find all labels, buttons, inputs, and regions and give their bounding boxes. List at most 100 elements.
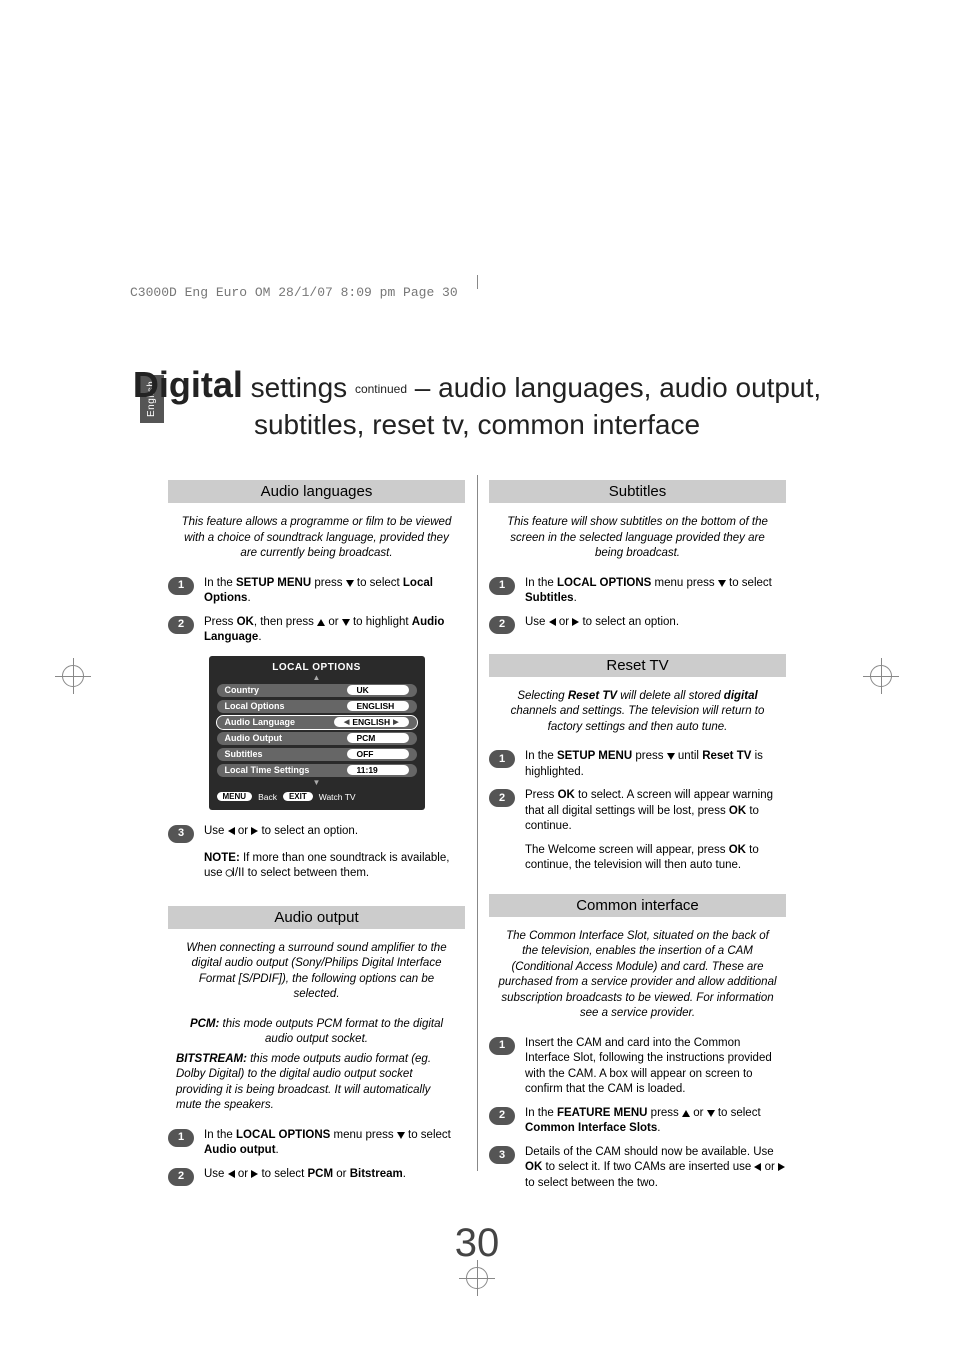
menu-label: Subtitles — [225, 749, 263, 759]
up-arrow-icon — [317, 619, 325, 626]
step-badge-1: 1 — [168, 577, 194, 595]
step-badge-3: 3 — [489, 1146, 515, 1164]
audio-lang-note: NOTE: If more than one soundtrack is ava… — [204, 851, 465, 882]
pcm-desc: PCM: this mode outputs PCM format to the… — [176, 1017, 457, 1048]
bitstream-desc: BITSTREAM: this mode outputs audio forma… — [176, 1052, 457, 1114]
menu-row-country: Country UK — [217, 684, 417, 697]
left-arrow-icon — [549, 618, 556, 626]
menu-row-local-options: Local Options ENGLISH — [217, 700, 417, 713]
page-number: 30 — [0, 1221, 954, 1266]
audio-languages-heading: Audio languages — [168, 480, 465, 503]
subtitles-step-2: 2 Use or to select an option. — [489, 615, 786, 634]
menu-row-audio-output: Audio Output PCM — [217, 732, 417, 745]
reset-tv-intro: Selecting Reset TV will delete all store… — [497, 689, 778, 736]
menu-value: UK — [347, 685, 409, 695]
exit-pill: EXIT — [283, 792, 313, 801]
chevron-right-icon: ▶ — [393, 718, 398, 726]
audio-output-step-1: 1 In the LOCAL OPTIONS menu press to sel… — [168, 1128, 465, 1159]
step-badge-2: 2 — [489, 789, 515, 807]
menu-label: Audio Output — [225, 733, 282, 743]
ci-step-2: 2 In the FEATURE MENU press or to select… — [489, 1106, 786, 1137]
menu-label: Audio Language — [225, 717, 296, 727]
menu-scroll-down-icon: ▼ — [217, 780, 417, 786]
menu-footer-label: Watch TV — [319, 792, 356, 802]
step-badge-2: 2 — [489, 616, 515, 634]
step-text: Press OK to select. A screen will appear… — [525, 788, 786, 835]
left-column: Audio languages This feature allows a pr… — [168, 470, 465, 1199]
step-badge-1: 1 — [489, 577, 515, 595]
menu-label: Local Options — [225, 701, 285, 711]
reset-step-1: 1 In the SETUP MENU press until Reset TV… — [489, 749, 786, 780]
step-badge-1: 1 — [489, 1037, 515, 1055]
ci-step-3: 3 Details of the CAM should now be avail… — [489, 1145, 786, 1192]
down-arrow-icon — [667, 753, 675, 760]
manual-page: C3000D Eng Euro OM 28/1/07 8:09 pm Page … — [0, 0, 954, 1351]
step-text: Press OK, then press or to highlight Aud… — [204, 615, 465, 646]
right-column: Subtitles This feature will show subtitl… — [489, 470, 786, 1199]
audio-output-step-2: 2 Use or to select PCM or Bitstream. — [168, 1167, 465, 1186]
subtitles-heading: Subtitles — [489, 480, 786, 503]
step-text: Details of the CAM should now be availab… — [525, 1145, 786, 1192]
left-arrow-icon — [228, 1170, 235, 1178]
menu-value: OFF — [347, 749, 409, 759]
menu-row-subtitles: Subtitles OFF — [217, 748, 417, 761]
step-text: In the LOCAL OPTIONS menu press to selec… — [525, 576, 786, 607]
menu-row-audio-language: Audio Language ◀ENGLISH▶ — [217, 716, 417, 729]
step-badge-1: 1 — [168, 1129, 194, 1147]
chevron-left-icon: ◀ — [344, 718, 349, 726]
local-options-menu: LOCAL OPTIONS ▲ Country UK Local Options… — [209, 656, 425, 810]
audio-languages-intro: This feature allows a programme or film … — [176, 515, 457, 562]
menu-label: Local Time Settings — [225, 765, 310, 775]
step-badge-3: 3 — [168, 825, 194, 843]
down-arrow-icon — [342, 619, 350, 626]
step-text: Use or to select an option. — [204, 824, 465, 840]
left-arrow-icon — [228, 827, 235, 835]
step-text: Use or to select PCM or Bitstream. — [204, 1167, 465, 1183]
subtitles-intro: This feature will show subtitles on the … — [497, 515, 778, 562]
content-columns: Audio languages This feature allows a pr… — [168, 470, 786, 1199]
menu-footer: MENU Back EXIT Watch TV — [217, 792, 417, 802]
step-text: Use or to select an option. — [525, 615, 786, 631]
step-text: In the FEATURE MENU press or to select C… — [525, 1106, 786, 1137]
menu-scroll-up-icon: ▲ — [217, 675, 417, 681]
crop-mark-top — [470, 275, 484, 289]
audio-lang-step-2: 2 Press OK, then press or to highlight A… — [168, 615, 465, 646]
menu-footer-label: Back — [258, 792, 277, 802]
menu-value: 11:19 — [347, 765, 409, 775]
document-header: C3000D Eng Euro OM 28/1/07 8:09 pm Page … — [130, 285, 458, 300]
title-digital: Digital — [133, 364, 243, 405]
subtitles-step-1: 1 In the LOCAL OPTIONS menu press to sel… — [489, 576, 786, 607]
down-arrow-icon — [397, 1132, 405, 1139]
audio-lang-step-3: 3 Use or to select an option. — [168, 824, 465, 843]
audio-output-heading: Audio output — [168, 906, 465, 929]
audio-lang-step-1: 1 In the SETUP MENU press to select Loca… — [168, 576, 465, 607]
menu-label: Country — [225, 685, 260, 695]
down-arrow-icon — [346, 580, 354, 587]
crop-mark-left — [55, 658, 91, 694]
step-badge-1: 1 — [489, 750, 515, 768]
ci-step-1: 1 Insert the CAM and card into the Commo… — [489, 1036, 786, 1098]
step-badge-2: 2 — [168, 1168, 194, 1186]
title-continued: continued — [355, 382, 407, 396]
step-text: In the LOCAL OPTIONS menu press to selec… — [204, 1128, 465, 1159]
menu-value: PCM — [347, 733, 409, 743]
menu-title: LOCAL OPTIONS — [217, 662, 417, 673]
menu-row-local-time: Local Time Settings 11:19 — [217, 764, 417, 777]
step-text: In the SETUP MENU press to select Local … — [204, 576, 465, 607]
menu-value: ENGLISH — [347, 701, 409, 711]
reset-step-2: 2 Press OK to select. A screen will appe… — [489, 788, 786, 835]
common-interface-heading: Common interface — [489, 894, 786, 917]
title-settings: settings — [243, 372, 355, 403]
reset-step-3: 0 The Welcome screen will appear, press … — [489, 843, 786, 874]
down-arrow-icon — [718, 580, 726, 587]
common-interface-intro: The Common Interface Slot, situated on t… — [497, 929, 778, 1022]
audio-output-intro: When connecting a surround sound amplifi… — [176, 941, 457, 1003]
right-arrow-icon — [778, 1163, 785, 1171]
step-text: Insert the CAM and card into the Common … — [525, 1036, 786, 1098]
step-text: The Welcome screen will appear, press OK… — [525, 843, 786, 874]
page-title: Digital settings continued – audio langu… — [130, 362, 824, 442]
menu-value: ◀ENGLISH▶ — [334, 717, 409, 727]
step-badge-2: 2 — [168, 616, 194, 634]
reset-tv-heading: Reset TV — [489, 654, 786, 677]
down-arrow-icon — [707, 1110, 715, 1117]
